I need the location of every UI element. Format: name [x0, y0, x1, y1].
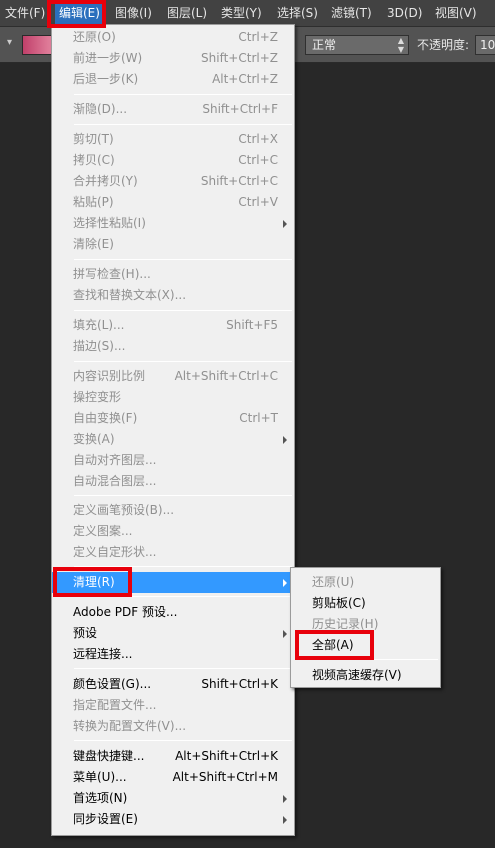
menu-filter[interactable]: 滤镜(T): [327, 0, 376, 27]
menu-item-remote-connections[interactable]: 远程连接...: [52, 644, 294, 665]
submenu-arrow-icon: [283, 816, 287, 824]
submenu-item-all[interactable]: 全部(A): [291, 635, 440, 656]
menu-item-clear[interactable]: 清除(E): [52, 234, 294, 255]
menu-item-assign-profile[interactable]: 指定配置文件...: [52, 695, 294, 716]
menu-item-presets[interactable]: 预设: [52, 623, 294, 644]
menu-item-find-replace[interactable]: 查找和替换文本(X)...: [52, 285, 294, 306]
menu-item-menus[interactable]: 菜单(U)... Alt+Shift+Ctrl+M: [52, 767, 294, 788]
menu-item-purge[interactable]: 清理(R): [52, 572, 294, 593]
opacity-input[interactable]: 100: [475, 35, 495, 55]
menu-separator: [74, 94, 292, 95]
menu-3d[interactable]: 3D(D): [383, 0, 426, 27]
submenu-arrow-icon: [283, 630, 287, 638]
menu-separator: [74, 596, 292, 597]
blend-mode-value: 正常: [312, 38, 337, 52]
menu-image[interactable]: 图像(I): [111, 0, 156, 27]
menu-separator: [74, 668, 292, 669]
menu-item-free-transform[interactable]: 自由变换(F) Ctrl+T: [52, 408, 294, 429]
menu-select[interactable]: 选择(S): [273, 0, 322, 27]
menu-item-paste[interactable]: 粘贴(P) Ctrl+V: [52, 192, 294, 213]
menu-file[interactable]: 文件(F): [1, 0, 49, 27]
menu-item-color-settings[interactable]: 颜色设置(G)... Shift+Ctrl+K: [52, 674, 294, 695]
menu-item-sync-settings[interactable]: 同步设置(E): [52, 809, 294, 830]
updown-arrows-icon: ▲ ▼: [397, 36, 404, 54]
purge-submenu: 还原(U) 剪贴板(C) 历史记录(H) 全部(A) 视频高速缓存(V): [290, 567, 441, 688]
submenu-arrow-icon: [283, 436, 287, 444]
menu-item-adobe-pdf-presets[interactable]: Adobe PDF 预设...: [52, 602, 294, 623]
menu-separator: [74, 495, 292, 496]
menu-separator: [295, 659, 438, 660]
edit-menu: 还原(O) Ctrl+Z 前进一步(W) Shift+Ctrl+Z 后退一步(K) A…: [51, 24, 295, 836]
submenu-item-clipboard[interactable]: 剪贴板(C): [291, 593, 440, 614]
menu-item-puppet-warp[interactable]: 操控变形: [52, 387, 294, 408]
menu-item-transform[interactable]: 变换(A): [52, 429, 294, 450]
menu-item-fade[interactable]: 渐隐(D)... Shift+Ctrl+F: [52, 99, 294, 120]
menu-item-define-custom-shape[interactable]: 定义自定形状...: [52, 542, 294, 563]
menu-item-keyboard-shortcuts[interactable]: 键盘快捷键... Alt+Shift+Ctrl+K: [52, 746, 294, 767]
menu-item-paste-special[interactable]: 选择性粘贴(I): [52, 213, 294, 234]
menu-item-define-brush[interactable]: 定义画笔预设(B)...: [52, 500, 294, 521]
submenu-arrow-icon: [283, 795, 287, 803]
menu-item-fill[interactable]: 填充(L)... Shift+F5: [52, 315, 294, 336]
blend-mode-select[interactable]: 正常 ▲ ▼: [305, 35, 409, 55]
menu-item-auto-align-layers[interactable]: 自动对齐图层...: [52, 450, 294, 471]
menu-item-preferences[interactable]: 首选项(N): [52, 788, 294, 809]
opacity-label: 不透明度:: [417, 38, 470, 52]
submenu-arrow-icon: [283, 220, 287, 228]
menu-separator: [74, 124, 292, 125]
menu-layer[interactable]: 图层(L): [163, 0, 211, 27]
menu-item-copy[interactable]: 拷贝(C) Ctrl+C: [52, 150, 294, 171]
menu-item-step-backward[interactable]: 后退一步(K) Alt+Ctrl+Z: [52, 69, 294, 90]
menu-separator: [74, 310, 292, 311]
menu-item-convert-to-profile[interactable]: 转换为配置文件(V)...: [52, 716, 294, 737]
menu-separator: [74, 361, 292, 362]
submenu-item-histories[interactable]: 历史记录(H): [291, 614, 440, 635]
menu-item-undo[interactable]: 还原(O) Ctrl+Z: [52, 27, 294, 48]
menu-separator: [74, 566, 292, 567]
menu-separator: [74, 740, 292, 741]
menu-item-auto-blend-layers[interactable]: 自动混合图层...: [52, 471, 294, 492]
menu-type[interactable]: 类型(Y): [217, 0, 266, 27]
menu-bar: 文件(F) 编辑(E) 图像(I) 图层(L) 类型(Y) 选择(S) 滤镜(T…: [0, 0, 495, 27]
menu-item-check-spelling[interactable]: 拼写检查(H)...: [52, 264, 294, 285]
menu-item-cut[interactable]: 剪切(T) Ctrl+X: [52, 129, 294, 150]
menu-separator: [74, 259, 292, 260]
submenu-item-undo[interactable]: 还原(U): [291, 572, 440, 593]
menu-item-content-aware-scale[interactable]: 内容识别比例 Alt+Shift+Ctrl+C: [52, 366, 294, 387]
submenu-item-video-cache[interactable]: 视频高速缓存(V): [291, 665, 440, 686]
menu-item-step-forward[interactable]: 前进一步(W) Shift+Ctrl+Z: [52, 48, 294, 69]
menu-item-copy-merged[interactable]: 合并拷贝(Y) Shift+Ctrl+C: [52, 171, 294, 192]
menu-item-stroke[interactable]: 描边(S)...: [52, 336, 294, 357]
menu-view[interactable]: 视图(V): [431, 0, 481, 27]
caret-down-icon[interactable]: ▾: [7, 37, 12, 48]
menu-item-define-pattern[interactable]: 定义图案...: [52, 521, 294, 542]
menu-edit[interactable]: 编辑(E): [55, 0, 104, 27]
submenu-arrow-icon: [283, 579, 287, 587]
